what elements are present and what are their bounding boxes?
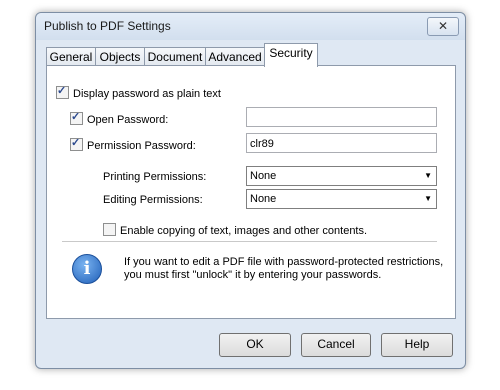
open-password-row: Open Password: [70,110,169,126]
open-password-label: Open Password: [87,114,169,126]
divider [62,241,437,242]
editing-permissions-value: None [250,193,277,205]
tab-security[interactable]: Security [264,43,318,67]
info-line-1: If you want to edit a PDF file with pass… [124,256,444,268]
display-plain-label: Display password as plain text [73,88,221,100]
window-title: Publish to PDF Settings [44,19,171,33]
tab-general[interactable]: General [46,47,96,66]
tab-objects[interactable]: Objects [95,47,145,66]
tab-document[interactable]: Document [144,47,206,66]
open-password-field[interactable] [246,107,437,127]
enable-copying-row: Enable copying of text, images and other… [103,223,367,237]
tab-advanced[interactable]: Advanced [205,47,265,66]
chevron-down-icon: ▼ [424,194,432,203]
enable-copying-label: Enable copying of text, images and other… [120,225,368,237]
display-plain-row: Display password as plain text [56,84,221,100]
help-button[interactable]: Help [381,333,453,357]
permission-password-row: Permission Password: [70,136,196,152]
permission-password-checkbox[interactable] [70,136,83,151]
display-plain-checkbox[interactable] [56,84,69,99]
printing-permissions-select[interactable]: None ▼ [246,166,437,186]
editing-permissions-label: Editing Permissions: [103,194,203,206]
printing-permissions-label: Printing Permissions: [103,171,207,183]
info-line-2: you must first "unlock" it by entering y… [124,269,382,281]
permission-password-field[interactable]: clr89 [246,133,437,153]
editing-permissions-select[interactable]: None ▼ [246,189,437,209]
close-icon: ✕ [437,19,449,33]
info-icon: i [72,254,102,284]
enable-copying-checkbox[interactable] [103,223,116,236]
open-password-checkbox[interactable] [70,110,83,125]
ok-button[interactable]: OK [219,333,291,357]
cancel-button[interactable]: Cancel [301,333,371,357]
close-button[interactable]: ✕ [427,17,459,36]
title-bar: Publish to PDF Settings ✕ [36,13,465,40]
permission-password-label: Permission Password: [87,140,196,152]
chevron-down-icon: ▼ [424,171,432,180]
printing-permissions-value: None [250,170,277,182]
info-message: If you want to edit a PDF file with pass… [124,256,444,282]
